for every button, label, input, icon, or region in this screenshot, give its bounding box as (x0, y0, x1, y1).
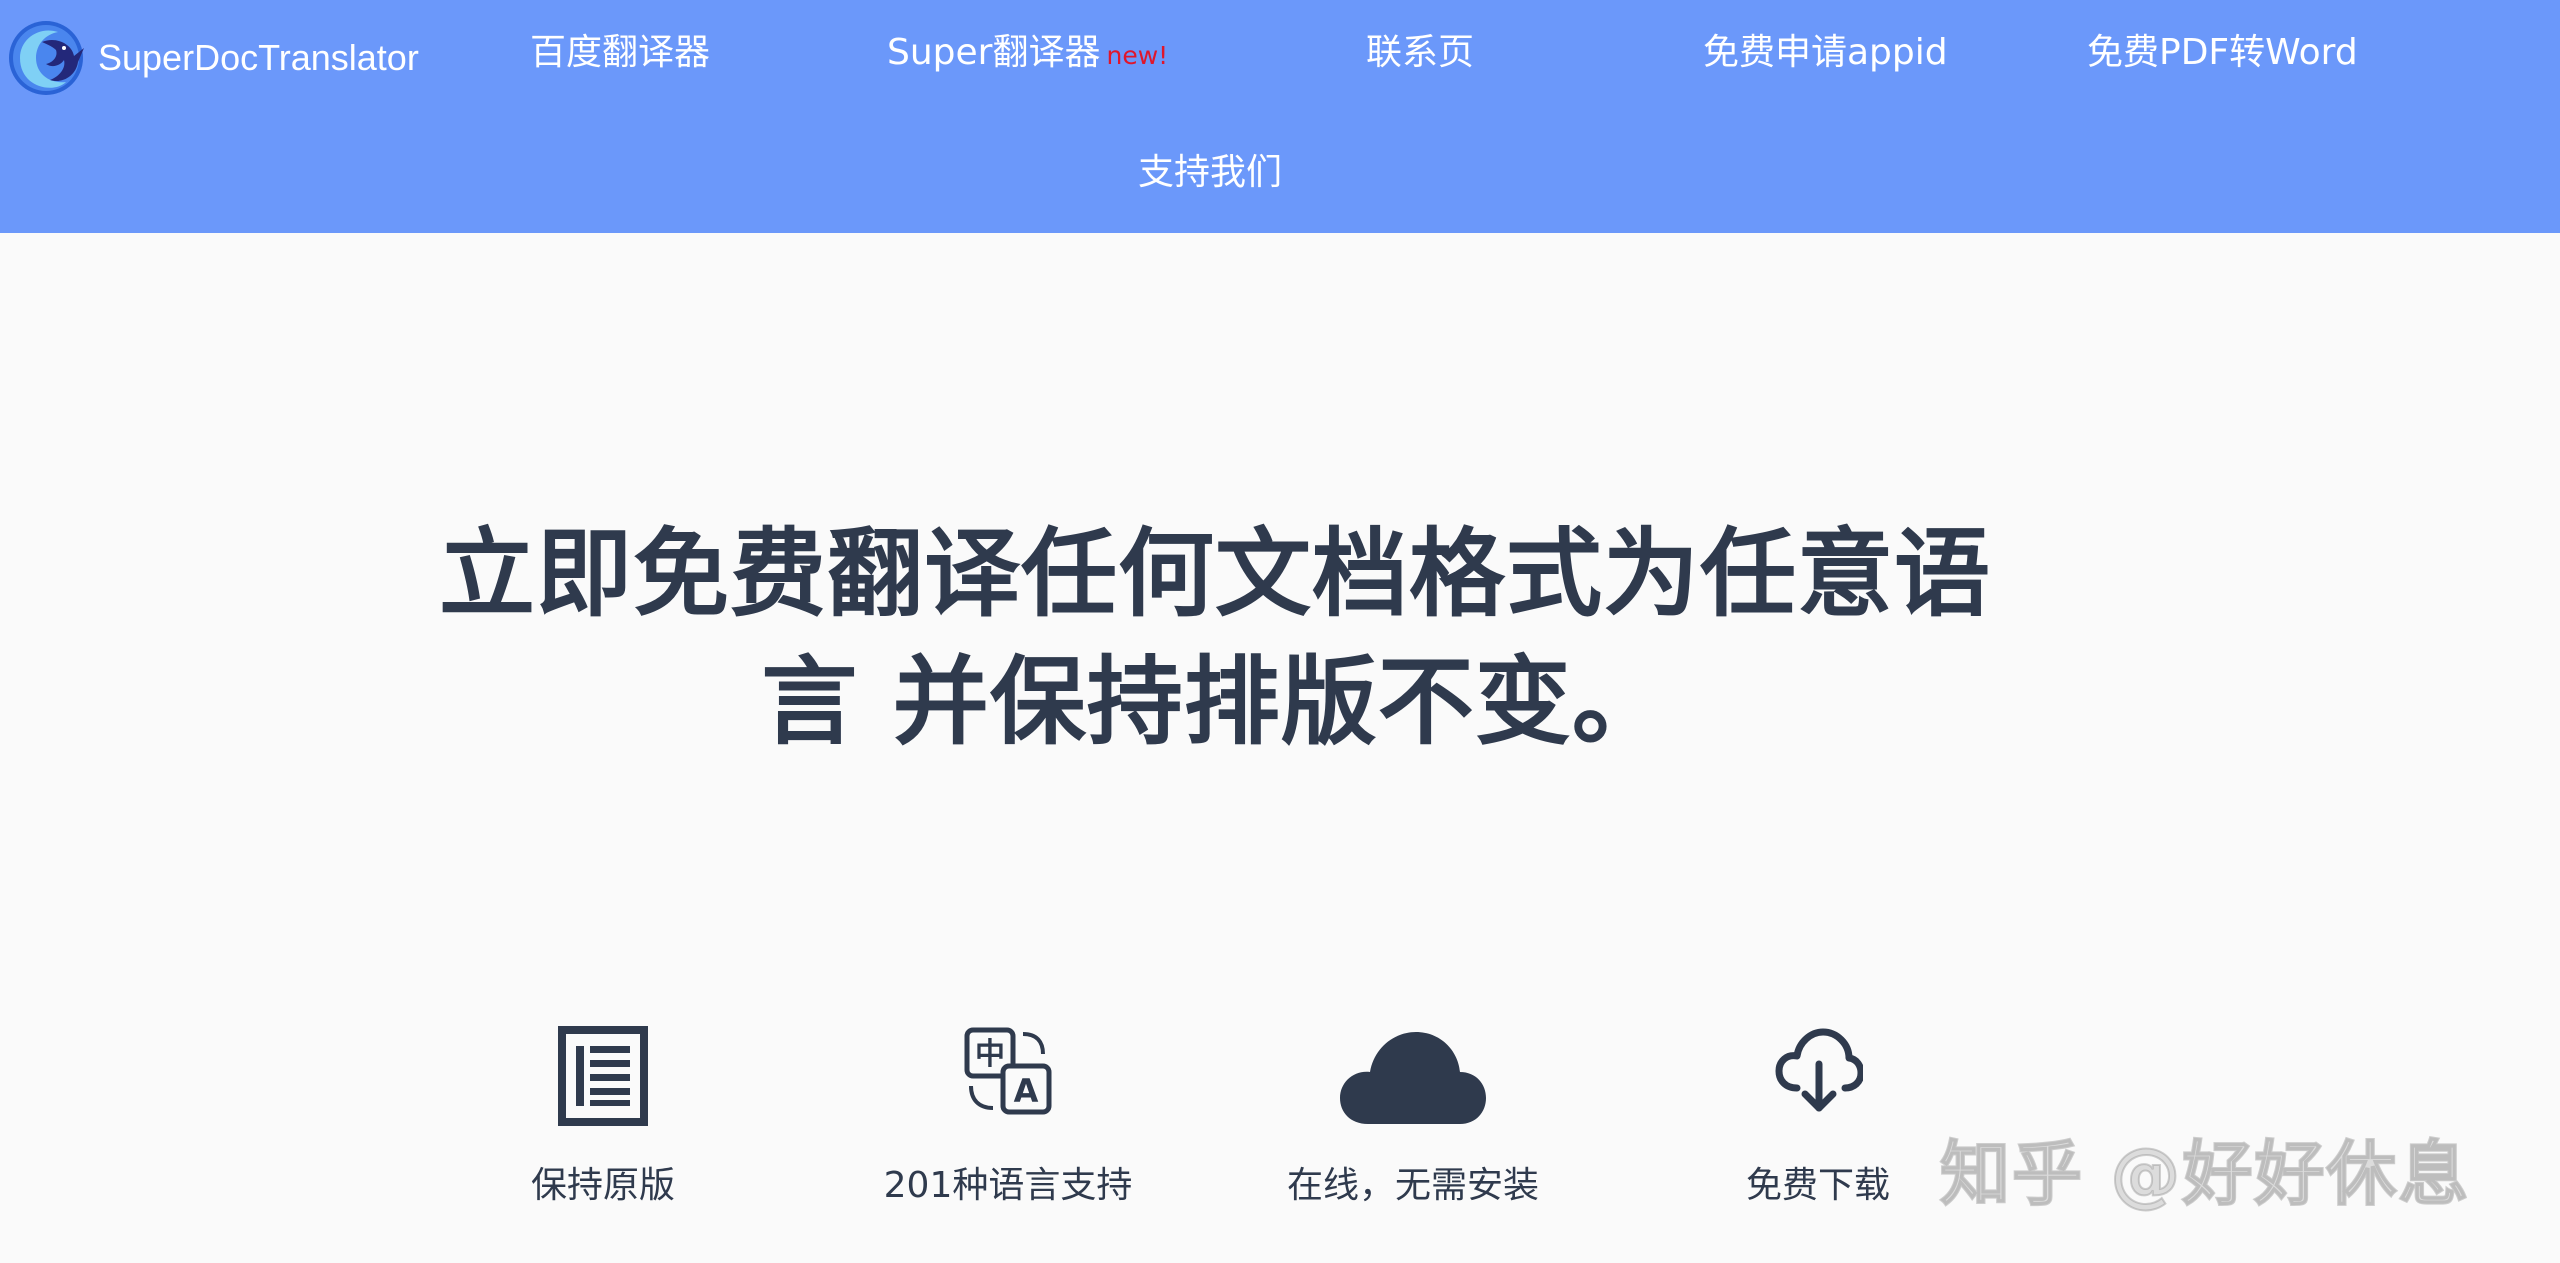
new-badge: new! (1106, 41, 1169, 70)
feature-label: 保持原版 (530, 1165, 675, 1206)
feature-label: 免费下载 (1745, 1165, 1890, 1206)
language-translate-icon: 中 A (964, 1027, 1052, 1115)
nav-link-pdf-to-word[interactable]: 免费PDF转Word (2087, 30, 2358, 76)
feature-label: 在线，无需安装 (1286, 1165, 1539, 1206)
nav-link-apply-appid[interactable]: 免费申请appid (1703, 30, 1948, 76)
feature-label: 201种语言支持 (883, 1165, 1133, 1206)
nav-link-label: 联系页 (1366, 32, 1475, 73)
nav-link-super-translator[interactable]: Super翻译器 new! (887, 30, 1168, 76)
nav-link-contact[interactable]: 联系页 (1366, 30, 1474, 76)
document-layout-icon (558, 1026, 648, 1126)
feature-keep-layout: 保持原版 (443, 1018, 763, 1218)
brand-name: SuperDocTranslator (98, 37, 419, 78)
nav-link-label: 百度翻译器 (530, 32, 711, 73)
nav-link-label: Super翻译器 (887, 32, 1101, 73)
nav-link-support-us[interactable]: 支持我们 (1138, 150, 1282, 196)
zhihu-watermark: 知乎 @好好休息 (1939, 1132, 2471, 1216)
feature-language-support: 中 A 201种语言支持 (848, 1018, 1168, 1218)
cloud-download-icon (1775, 1028, 1863, 1112)
feature-online-no-install: 在线，无需安装 (1253, 1018, 1573, 1218)
feature-free-download: 免费下载 (1658, 1018, 1978, 1218)
cloud-icon (1340, 1032, 1486, 1124)
hero-title: 立即免费翻译任何文档格式为任意语言 并保持排版不变。 (439, 518, 1991, 758)
nav-link-label: 免费申请appid (1703, 32, 1948, 73)
nav-link-label: 支持我们 (1138, 152, 1283, 193)
brand-logo-icon (9, 21, 84, 95)
nav-link-label: 免费PDF转Word (2087, 32, 2358, 73)
svg-text:A: A (1014, 1072, 1039, 1110)
svg-text:中: 中 (975, 1037, 1005, 1072)
nav-link-baidu-translator[interactable]: 百度翻译器 (530, 30, 710, 76)
top-navbar: SuperDocTranslator 百度翻译器 Super翻译器 new! 联系… (0, 0, 2560, 233)
brand-home-link[interactable]: SuperDocTranslator (6, 18, 419, 98)
